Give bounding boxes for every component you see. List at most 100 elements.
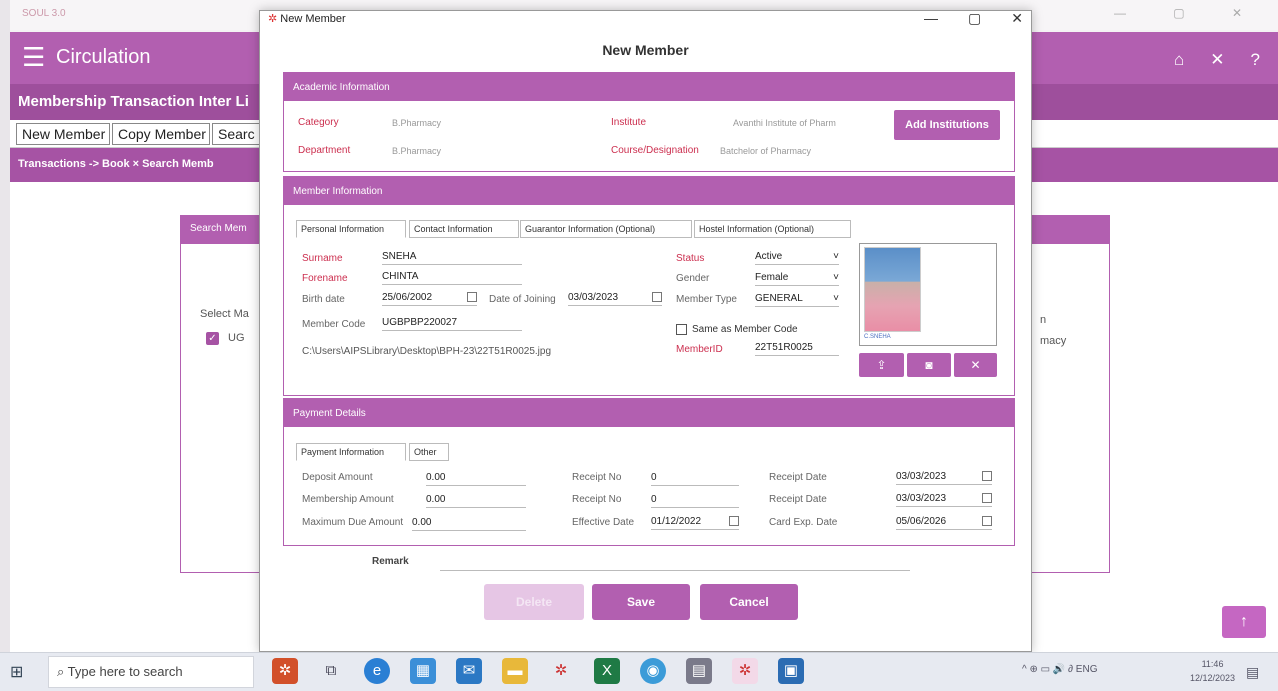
member-type-label: Member Type <box>676 294 737 305</box>
excel-icon[interactable]: X <box>594 658 620 684</box>
forename-input[interactable]: CHINTA <box>382 271 522 285</box>
effective-date-picker[interactable]: 01/12/2022 <box>651 516 739 530</box>
row-checkbox[interactable]: ✓ <box>206 332 219 345</box>
member-photo <box>864 247 921 332</box>
help-icon[interactable]: ? <box>1251 50 1260 70</box>
status-select[interactable]: Active ˅ <box>755 251 839 265</box>
birth-date-label: Birth date <box>302 294 345 305</box>
chevron-down-icon: ˅ <box>833 293 839 304</box>
calendar-icon[interactable] <box>652 292 662 302</box>
card-exp-date-picker[interactable]: 05/06/2026 <box>896 516 992 530</box>
receipt-no-2-input[interactable]: 0 <box>651 494 739 508</box>
delete-button[interactable]: Delete <box>484 584 584 620</box>
close-icon[interactable]: ✕ <box>1210 50 1224 70</box>
notepad-icon[interactable]: ▣ <box>778 658 804 684</box>
birth-date-value: 25/06/2002 <box>382 292 433 303</box>
institute-value[interactable]: Avanthi Institute of Pharm <box>733 118 873 128</box>
receipt-no-2-label: Receipt No <box>572 494 622 505</box>
mail-icon[interactable]: ✉ <box>456 658 482 684</box>
task-view-icon[interactable]: ⧉ <box>318 658 344 684</box>
gender-value: Female <box>755 272 789 283</box>
taskbar-search-input[interactable]: ⌕ Type here to search <box>48 656 254 688</box>
member-type-select[interactable]: GENERAL ˅ <box>755 293 839 307</box>
receipt-date-2-picker[interactable]: 03/03/2023 <box>896 493 992 507</box>
deposit-amount-label: Deposit Amount <box>302 472 373 483</box>
chrome-icon[interactable]: ◉ <box>640 658 666 684</box>
main-menu-items[interactable]: Membership Transaction Inter Li <box>18 93 249 110</box>
soul-app-icon[interactable]: ✲ <box>548 658 574 684</box>
notifications-icon[interactable]: ▤ <box>1246 664 1259 681</box>
remove-photo-button[interactable]: ✕ <box>954 353 997 377</box>
poinsettia-widget-icon[interactable]: ✲ <box>272 658 298 684</box>
tab-payment-information[interactable]: Payment Information <box>296 443 406 461</box>
receipt-date-2-value: 03/03/2023 <box>896 493 947 504</box>
save-button[interactable]: Save <box>592 584 690 620</box>
cancel-button[interactable]: Cancel <box>700 584 798 620</box>
remark-label: Remark <box>372 556 409 567</box>
tab-contact-information[interactable]: Contact Information <box>409 220 519 238</box>
max-due-amount-input[interactable]: 0.00 <box>412 517 526 531</box>
tab-hostel-information[interactable]: Hostel Information (Optional) <box>694 220 851 238</box>
category-label: Category <box>298 117 339 128</box>
upload-icon: ⇪ <box>876 358 887 372</box>
membership-amount-input[interactable]: 0.00 <box>426 494 526 508</box>
deposit-amount-input[interactable]: 0.00 <box>426 472 526 486</box>
calendar-icon[interactable] <box>729 516 739 526</box>
tab-guarantor-information[interactable]: Guarantor Information (Optional) <box>520 220 692 238</box>
receipt-date-value: 03/03/2023 <box>896 471 947 482</box>
tab-personal-information[interactable]: Personal Information <box>296 220 406 238</box>
course-label: Course/Designation <box>611 145 699 156</box>
receipt-no-label: Receipt No <box>572 472 622 483</box>
camera-button[interactable]: ◙ <box>907 353 951 377</box>
dialog-title-text: New Member <box>280 13 346 25</box>
windows-start-icon[interactable]: ⊞ <box>10 662 23 682</box>
surname-input[interactable]: SNEHA <box>382 251 522 265</box>
camera-icon: ◙ <box>925 358 933 372</box>
calendar-icon[interactable] <box>982 493 992 503</box>
close-icon[interactable]: ✕ <box>1011 10 1023 27</box>
joining-date-picker[interactable]: 03/03/2023 <box>568 292 662 306</box>
app-logo-icon: ✲ <box>268 13 278 25</box>
dialog-heading: New Member <box>602 42 689 58</box>
member-code-input[interactable]: UGBPBP220027 <box>382 317 522 331</box>
home-icon[interactable]: ⌂ <box>1174 50 1184 70</box>
calendar-icon[interactable] <box>467 292 477 302</box>
receipt-no-input[interactable]: 0 <box>651 472 739 486</box>
dialog-window-controls: — ▢ ✕ <box>924 10 1023 27</box>
department-value[interactable]: B.Pharmacy <box>392 146 441 156</box>
file-explorer-icon[interactable]: ▬ <box>502 658 528 684</box>
joining-date-value: 03/03/2023 <box>568 292 619 303</box>
bg-window-controls[interactable]: — ▢ ✕ <box>1114 6 1264 20</box>
same-as-code-label: Same as Member Code <box>692 324 798 335</box>
breadcrumb[interactable]: Transactions -> Book × Search Memb <box>18 158 214 170</box>
same-as-code-checkbox[interactable] <box>676 324 687 335</box>
birth-date-picker[interactable]: 25/06/2002 <box>382 292 477 306</box>
tab-new-member[interactable]: New Member <box>16 123 110 145</box>
maximize-icon[interactable]: ▢ <box>968 10 981 27</box>
tab-copy-member[interactable]: Copy Member <box>112 123 210 145</box>
upload-photo-button[interactable]: ⇪ <box>859 353 904 377</box>
system-tray[interactable]: ^ ⊕ ▭ 🔊 ∂ ENG <box>1022 664 1097 675</box>
hamburger-menu-icon[interactable]: ☰ <box>22 44 45 70</box>
receipt-date-picker[interactable]: 03/03/2023 <box>896 471 992 485</box>
minimize-icon[interactable]: — <box>924 10 938 27</box>
tab-other[interactable]: Other <box>409 443 449 461</box>
tab-search[interactable]: Searc <box>212 123 260 145</box>
edge-browser-icon[interactable]: e <box>364 658 390 684</box>
course-value[interactable]: Batchelor of Pharmacy <box>720 146 811 156</box>
arrow-up-icon: ↑ <box>1240 613 1248 630</box>
store-icon[interactable]: ▦ <box>410 658 436 684</box>
gender-select[interactable]: Female ˅ <box>755 272 839 286</box>
memberid-input[interactable]: 22T51R0025 <box>755 342 839 356</box>
search-panel-title: Search Mem <box>190 223 247 234</box>
remark-input[interactable] <box>440 570 910 571</box>
category-value[interactable]: B.Pharmacy <box>392 118 441 128</box>
calendar-icon[interactable] <box>982 516 992 526</box>
soul-app-active-icon[interactable]: ✲ <box>732 658 758 684</box>
calculator-icon[interactable]: ▤ <box>686 658 712 684</box>
card-exp-date-label: Card Exp. Date <box>769 517 838 528</box>
taskbar-clock[interactable]: 11:46 12/12/2023 <box>1190 657 1235 685</box>
add-institutions-button[interactable]: Add Institutions <box>894 110 1000 140</box>
calendar-icon[interactable] <box>982 471 992 481</box>
scroll-to-top-button[interactable]: ↑ <box>1222 606 1266 638</box>
